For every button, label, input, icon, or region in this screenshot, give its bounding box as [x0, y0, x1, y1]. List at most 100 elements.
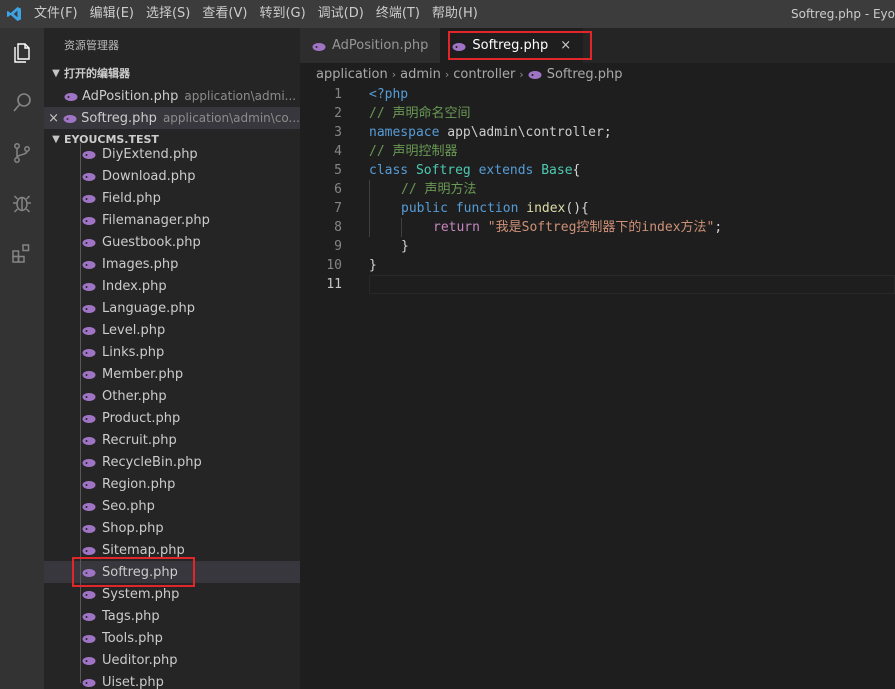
explorer-icon[interactable]	[0, 28, 44, 78]
file-item[interactable]: Recruit.php	[44, 429, 300, 451]
file-name: Region.php	[102, 476, 176, 492]
php-file-icon	[82, 303, 96, 313]
menu-file[interactable]: 文件(F)	[28, 0, 84, 28]
php-file-icon	[82, 523, 96, 533]
file-name: Uiset.php	[102, 674, 164, 689]
php-file-icon	[82, 655, 96, 665]
chevron-right-icon: ›	[519, 67, 524, 81]
file-name: Download.php	[102, 168, 196, 184]
code-line: 3 namespace app\admin\controller;	[300, 123, 895, 142]
menu-selection[interactable]: 选择(S)	[140, 0, 196, 28]
line-number: 11	[326, 277, 342, 292]
explorer-sidebar: 资源管理器 ▼ 打开的编辑器 AdPosition.php applicatio…	[44, 28, 300, 689]
breadcrumb-item[interactable]: Softreg.php	[547, 67, 623, 82]
menu-view[interactable]: 查看(V)	[196, 0, 253, 28]
php-file-icon	[528, 69, 542, 79]
line-number: 7	[334, 201, 342, 216]
file-item[interactable]: Ueditor.php	[44, 649, 300, 671]
tree-indent-guide	[80, 143, 81, 683]
file-item[interactable]: System.php	[44, 583, 300, 605]
menu-go[interactable]: 转到(G)	[253, 0, 311, 28]
editor-tabs: AdPosition.php Softreg.php ×	[300, 28, 895, 63]
file-item[interactable]: Sitemap.php	[44, 539, 300, 561]
debug-icon[interactable]	[0, 178, 44, 228]
close-icon[interactable]: ×	[560, 38, 571, 53]
open-editor-adposition[interactable]: AdPosition.php application\admi...	[44, 85, 300, 107]
file-item[interactable]: Shop.php	[44, 517, 300, 539]
file-item[interactable]: DiyExtend.php	[44, 143, 300, 165]
close-icon[interactable]: ×	[46, 111, 61, 126]
code-line: 5 class Softreg extends Base{	[300, 161, 895, 180]
file-item[interactable]: Field.php	[44, 187, 300, 209]
file-name: Shop.php	[102, 520, 164, 536]
php-file-icon	[82, 391, 96, 401]
file-item[interactable]: Index.php	[44, 275, 300, 297]
menu-terminal[interactable]: 终端(T)	[370, 0, 426, 28]
file-name: Filemanager.php	[102, 212, 210, 228]
file-item[interactable]: Seo.php	[44, 495, 300, 517]
line-number: 4	[334, 144, 342, 159]
chevron-right-icon: ›	[391, 67, 397, 81]
file-item[interactable]: Region.php	[44, 473, 300, 495]
file-item[interactable]: Tags.php	[44, 605, 300, 627]
breadcrumb-item[interactable]: application	[316, 67, 388, 82]
file-item[interactable]: RecycleBin.php	[44, 451, 300, 473]
file-item[interactable]: Other.php	[44, 385, 300, 407]
file-name: Softreg.php	[102, 564, 178, 580]
file-item[interactable]: Uiset.php	[44, 671, 300, 689]
open-editors-header[interactable]: ▼ 打开的编辑器	[44, 63, 300, 85]
file-name: RecycleBin.php	[102, 454, 202, 470]
code-text: // 声明命名空间	[369, 106, 471, 121]
tab-label: Softreg.php	[472, 38, 549, 53]
open-editor-softreg[interactable]: × Softreg.php application\admin\co...	[44, 107, 300, 129]
line-number: 1	[334, 87, 342, 102]
file-item[interactable]: Member.php	[44, 363, 300, 385]
file-item[interactable]: Guestbook.php	[44, 231, 300, 253]
chevron-right-icon: ›	[444, 67, 450, 81]
source-control-icon[interactable]	[0, 128, 44, 178]
file-name: Language.php	[102, 300, 196, 316]
line-number: 8	[334, 220, 342, 235]
php-file-icon	[64, 91, 78, 101]
file-name: Level.php	[102, 322, 166, 338]
file-item[interactable]: Product.php	[44, 407, 300, 429]
current-line-highlight	[369, 275, 895, 294]
php-file-icon	[82, 237, 96, 247]
breadcrumb: application › admin › controller › Softr…	[300, 63, 895, 85]
file-name: Other.php	[102, 388, 167, 404]
php-file-icon	[82, 215, 96, 225]
code-editor[interactable]: 1 <?php 2 // 声明命名空间 3 namespace app\admi…	[300, 85, 895, 689]
code-text: // 声明方法	[401, 182, 477, 197]
tab-softreg[interactable]: Softreg.php ×	[440, 28, 584, 63]
extensions-icon[interactable]	[0, 228, 44, 278]
menu-edit[interactable]: 编辑(E)	[84, 0, 140, 28]
file-name: Images.php	[102, 256, 179, 272]
line-number: 2	[334, 106, 342, 121]
code-line: 6 // 声明方法	[300, 180, 895, 199]
menu-help[interactable]: 帮助(H)	[426, 0, 484, 28]
file-item[interactable]: Images.php	[44, 253, 300, 275]
breadcrumb-item[interactable]: controller	[453, 67, 515, 82]
file-item[interactable]: Download.php	[44, 165, 300, 187]
file-name: Index.php	[102, 278, 167, 294]
file-item[interactable]: Tools.php	[44, 627, 300, 649]
file-item[interactable]: Language.php	[44, 297, 300, 319]
file-name: Member.php	[102, 366, 184, 382]
search-icon[interactable]	[0, 78, 44, 128]
php-file-icon	[82, 545, 96, 555]
file-item-selected[interactable]: Softreg.php	[44, 561, 300, 583]
menu-debug[interactable]: 调试(D)	[312, 0, 370, 28]
open-editors-label: 打开的编辑器	[64, 67, 130, 80]
breadcrumb-item[interactable]: admin	[400, 67, 441, 82]
tab-adposition[interactable]: AdPosition.php	[300, 28, 441, 63]
php-file-icon	[82, 413, 96, 423]
file-item[interactable]: Level.php	[44, 319, 300, 341]
file-item[interactable]: Links.php	[44, 341, 300, 363]
menu-bar: 文件(F) 编辑(E) 选择(S) 查看(V) 转到(G) 调试(D) 终端(T…	[28, 0, 484, 28]
php-file-icon	[82, 325, 96, 335]
vscode-logo-icon	[0, 0, 28, 28]
php-file-icon	[82, 677, 96, 687]
php-file-icon	[82, 611, 96, 621]
title-bar: 文件(F) 编辑(E) 选择(S) 查看(V) 转到(G) 调试(D) 终端(T…	[0, 0, 895, 28]
file-item[interactable]: Filemanager.php	[44, 209, 300, 231]
